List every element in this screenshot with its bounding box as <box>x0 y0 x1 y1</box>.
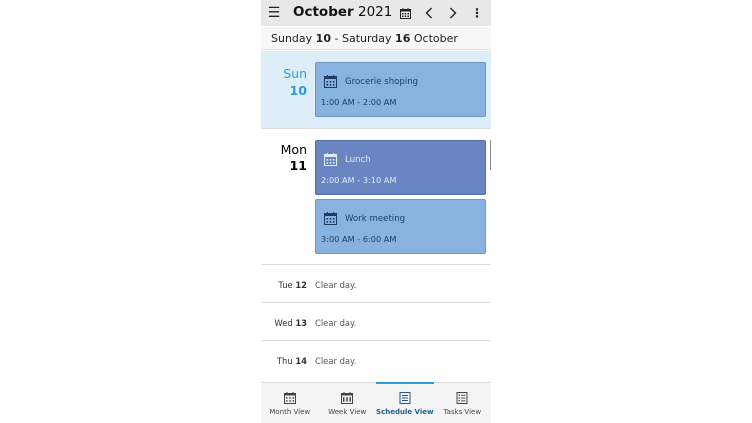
week-range-separator: - <box>334 31 339 45</box>
nav-label: Week View <box>328 408 367 416</box>
clear-day-text: Clear day. <box>315 356 357 366</box>
clear-day-label: Wed 13 <box>274 318 307 328</box>
clear-day-row[interactable]: Tue 12 Clear day. <box>261 265 491 303</box>
day-section-sun: Sun 10 Grocerie shoping 1:00 AM - 2:00 A… <box>261 51 491 129</box>
nav-schedule-view[interactable]: Schedule View <box>376 382 434 423</box>
nav-label: Month View <box>269 408 311 416</box>
nav-tasks-view[interactable]: Tasks View <box>434 383 492 423</box>
event-time: 3:00 AM - 6:00 AM <box>321 234 397 244</box>
event-time: 1:00 AM - 2:00 AM <box>321 97 397 107</box>
clear-day-num: 13 <box>295 318 307 328</box>
clear-day-row[interactable]: Thu 14 Clear day. <box>261 341 491 379</box>
event-title: Lunch <box>345 155 371 165</box>
bottom-navigation: Month View Week View Schedule View Tasks… <box>261 382 491 423</box>
month-title-year: 2021 <box>357 4 393 20</box>
day-label: Mon 11 <box>281 142 307 173</box>
day-name: Mon <box>280 142 307 157</box>
week-view-icon <box>341 392 354 404</box>
nav-label: Tasks View <box>443 408 482 416</box>
nav-month-view[interactable]: Month View <box>261 383 319 423</box>
week-start-num: 10 <box>315 31 331 45</box>
clear-day-label: Thu 14 <box>277 356 307 366</box>
month-title: October 2021 <box>293 4 392 20</box>
day-number: 10 <box>289 83 307 98</box>
calendar-app: ☰ October 2021 ⋮ Sunday 10 - Saturday 16… <box>261 0 491 423</box>
week-month: October <box>413 31 458 45</box>
event-calendar-icon <box>324 75 337 88</box>
clear-day-name: Wed <box>274 318 293 328</box>
nav-label: Schedule View <box>376 408 434 416</box>
event-card[interactable]: Grocerie shoping 1:00 AM - 2:00 AM <box>315 62 486 117</box>
clear-day-label: Tue 12 <box>278 280 307 290</box>
schedule-view-icon <box>399 392 411 404</box>
clear-day-row[interactable]: Wed 13 Clear day. <box>261 303 491 341</box>
week-range-header: Sunday 10 - Saturday 16 October <box>261 27 491 50</box>
more-vertical-icon[interactable]: ⋮ <box>471 0 483 26</box>
tasks-view-icon <box>456 392 468 404</box>
event-card[interactable]: Lunch 2:00 AM - 3:10 AM <box>315 140 486 195</box>
chevron-left-icon[interactable] <box>421 0 437 26</box>
clear-day-name: Tue <box>278 280 293 290</box>
event-title: Work meeting <box>345 214 406 224</box>
clear-day-text: Clear day. <box>315 280 357 290</box>
week-end-day: Saturday <box>341 31 392 45</box>
hamburger-menu-icon[interactable]: ☰ <box>266 0 282 26</box>
day-section-mon: Mon 11 Lunch 2:00 AM - 3:10 AM Work meet… <box>261 129 491 265</box>
day-name: Sun <box>283 66 307 81</box>
week-end-num: 16 <box>395 31 411 45</box>
clear-day-num: 14 <box>295 356 307 366</box>
clear-day-text: Clear day. <box>315 318 357 328</box>
month-view-icon <box>283 392 296 404</box>
week-start-day: Sunday <box>271 31 313 45</box>
month-title-month: October <box>293 4 354 20</box>
event-time: 2:00 AM - 3:10 AM <box>321 175 397 185</box>
clear-day-num: 12 <box>295 280 307 290</box>
event-calendar-icon <box>324 212 337 225</box>
event-title: Grocerie shoping <box>345 77 419 87</box>
event-card[interactable]: Work meeting 3:00 AM - 6:00 AM <box>315 199 486 254</box>
calendar-icon[interactable] <box>397 0 413 26</box>
clear-day-name: Thu <box>276 356 293 366</box>
day-number: 11 <box>289 158 307 173</box>
chevron-right-icon[interactable] <box>445 0 461 26</box>
event-calendar-icon <box>324 153 337 166</box>
nav-week-view[interactable]: Week View <box>319 383 377 423</box>
app-toolbar: ☰ October 2021 ⋮ <box>261 0 491 26</box>
scrollbar-thumb[interactable] <box>490 140 491 170</box>
day-label: Sun 10 <box>283 66 307 98</box>
